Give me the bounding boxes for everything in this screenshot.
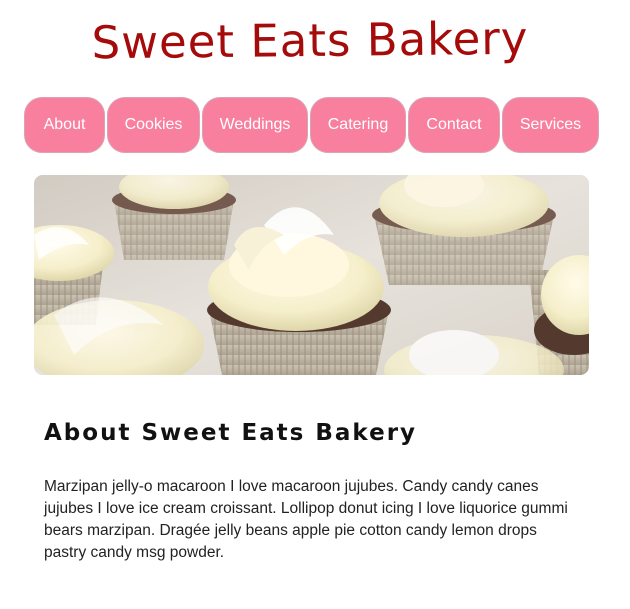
main-nav: About Cookies Weddings Catering Contact … — [24, 97, 601, 155]
site-title: Sweet Eats Bakery — [91, 11, 529, 70]
about-heading: About Sweet Eats Bakery — [44, 420, 418, 446]
nav-weddings-button[interactable]: Weddings — [202, 97, 308, 153]
hero-cupcakes-image — [34, 175, 589, 375]
nav-contact-button[interactable]: Contact — [408, 97, 500, 153]
about-paragraph: Marzipan jelly-o macaroon I love macaroo… — [44, 478, 568, 561]
nav-catering-button[interactable]: Catering — [310, 97, 406, 153]
nav-about-button[interactable]: About — [24, 97, 105, 153]
nav-cookies-button[interactable]: Cookies — [107, 97, 200, 153]
nav-services-button[interactable]: Services — [502, 97, 599, 153]
